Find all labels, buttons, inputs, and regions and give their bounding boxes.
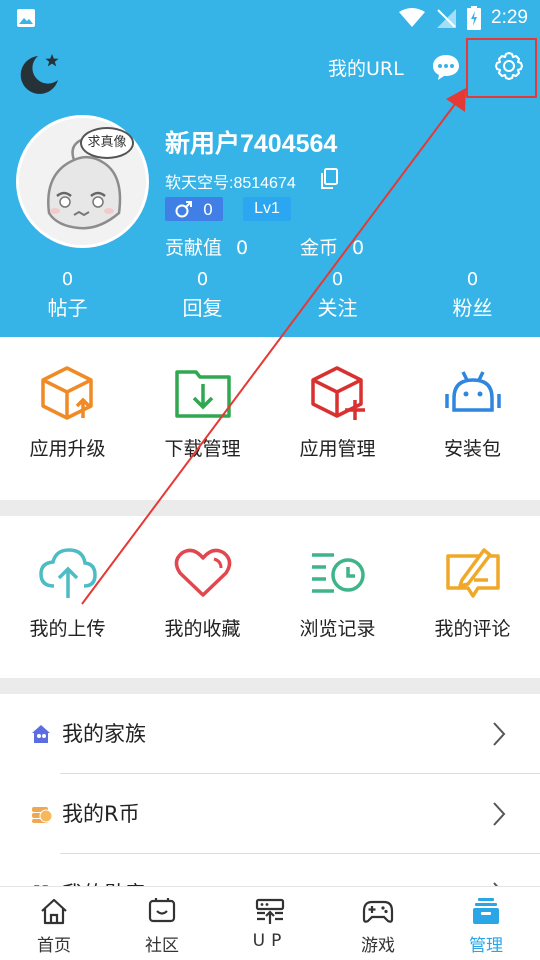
browse-history-label: 浏览记录 (299, 618, 376, 640)
section-divider (0, 678, 540, 694)
nav-games[interactable]: 游戏 (324, 887, 432, 960)
my-favorites-button[interactable]: 我的收藏 (135, 540, 270, 678)
replies-count-number: 0 (196, 269, 209, 290)
install-package-button[interactable]: 安装包 (405, 360, 540, 500)
list-item-label: 我的家族 (62, 722, 146, 746)
screen: 2:29 我的URL 求真像 新用户7404564 软天空号:8514674 0… (0, 0, 540, 960)
box-add-icon (310, 366, 365, 420)
wifi-icon (399, 8, 426, 27)
status-bar: 2:29 (0, 0, 540, 36)
family-icon (32, 725, 50, 743)
gender-badge: 0 (165, 197, 223, 221)
coin-stack-icon (32, 807, 53, 823)
my-favorites-label: 我的收藏 (164, 618, 241, 640)
nav-home[interactable]: 首页 (0, 887, 108, 960)
fans-count-label: 粉丝 (452, 296, 493, 320)
following-count[interactable]: 0 关注 (270, 268, 405, 324)
signal-off-icon (437, 9, 457, 28)
posts-count[interactable]: 0 帖子 (0, 268, 135, 324)
install-package-label: 安装包 (443, 438, 501, 460)
section-divider (0, 500, 540, 516)
my-comments-button[interactable]: 我的评论 (405, 540, 540, 678)
gender-value: 0 (202, 199, 214, 219)
moon-night-mode-icon[interactable] (16, 50, 64, 98)
box-upgrade-icon (40, 366, 93, 420)
username: 新用户7404564 (165, 130, 338, 158)
following-count-number: 0 (331, 269, 344, 290)
posts-count-label: 帖子 (47, 296, 88, 320)
nav-up-label: UP (252, 931, 288, 951)
nav-community-label: 社区 (145, 936, 179, 956)
level-badge: Lv1 (243, 197, 291, 221)
chevron-right-icon (493, 722, 506, 746)
list-item-r-coins[interactable]: 我的R币 (0, 774, 540, 854)
download-manager-label: 下载管理 (164, 438, 241, 460)
coins-value: 0 (352, 237, 365, 259)
image-notification-icon (17, 9, 35, 27)
profile-counts: 0 帖子 0 回复 0 关注 0 粉丝 (0, 268, 540, 324)
nav-up[interactable]: UP (216, 887, 324, 960)
app-upgrade-label: 应用升级 (29, 438, 106, 460)
male-icon (175, 201, 192, 218)
my-uploads-button[interactable]: 我的上传 (0, 540, 135, 678)
list-item-label: 我的R币 (62, 802, 140, 826)
gamepad-icon (362, 900, 394, 923)
chevron-right-icon (493, 802, 506, 826)
nav-community[interactable]: 社区 (108, 887, 216, 960)
nav-home-label: 首页 (37, 936, 71, 956)
settings-highlight-box (466, 38, 537, 98)
my-uploads-label: 我的上传 (29, 618, 106, 640)
browse-history-button[interactable]: 浏览记录 (270, 540, 405, 678)
nav-games-label: 游戏 (361, 936, 395, 956)
user-id: 软天空号:8514674 (165, 175, 296, 192)
app-manager-label: 应用管理 (299, 438, 376, 460)
coins-label: 金币 (300, 237, 339, 259)
download-folder-icon (174, 370, 231, 418)
contribution-stat: 贡献值 0 (165, 233, 248, 260)
comment-edit-icon (445, 548, 500, 598)
bottom-nav: 首页 社区 UP 游戏 管理 (0, 886, 540, 960)
my-comments-label: 我的评论 (434, 618, 511, 640)
list-item-family[interactable]: 我的家族 (0, 694, 540, 774)
history-icon (311, 553, 365, 593)
community-icon (148, 898, 176, 923)
app-manager-button[interactable]: 应用管理 (270, 360, 405, 500)
cloud-upload-icon (38, 548, 97, 598)
app-tools-grid: 应用升级 下载管理 应用管理 安装包 (0, 360, 540, 500)
coins-stat: 金币 0 (300, 233, 364, 260)
fans-count-number: 0 (466, 269, 479, 290)
contribution-label: 贡献值 (165, 237, 223, 259)
replies-count-label: 回复 (182, 296, 223, 320)
android-icon (444, 371, 501, 412)
copy-icon[interactable] (319, 168, 339, 190)
manage-icon (473, 898, 499, 924)
app-upgrade-button[interactable]: 应用升级 (0, 360, 135, 500)
download-manager-button[interactable]: 下载管理 (135, 360, 270, 500)
my-url-link[interactable]: 我的URL (328, 54, 404, 81)
replies-count[interactable]: 0 回复 (135, 268, 270, 324)
status-time: 2:29 (491, 7, 528, 28)
profile-header: 2:29 我的URL 求真像 新用户7404564 软天空号:8514674 0… (0, 0, 540, 337)
home-icon (41, 898, 67, 925)
avatar-speech-tag: 求真像 (80, 127, 134, 159)
contribution-value: 0 (236, 237, 249, 259)
nav-manage[interactable]: 管理 (432, 887, 540, 960)
fans-count[interactable]: 0 粉丝 (405, 268, 540, 324)
posts-count-number: 0 (61, 269, 74, 290)
nav-manage-label: 管理 (469, 936, 503, 956)
heart-icon (174, 548, 231, 597)
following-count-label: 关注 (317, 296, 358, 320)
battery-charging-icon (467, 6, 482, 30)
personal-grid: 我的上传 我的收藏 浏览记录 我的评论 (0, 540, 540, 678)
up-icon (255, 898, 285, 924)
message-icon[interactable] (431, 53, 461, 81)
